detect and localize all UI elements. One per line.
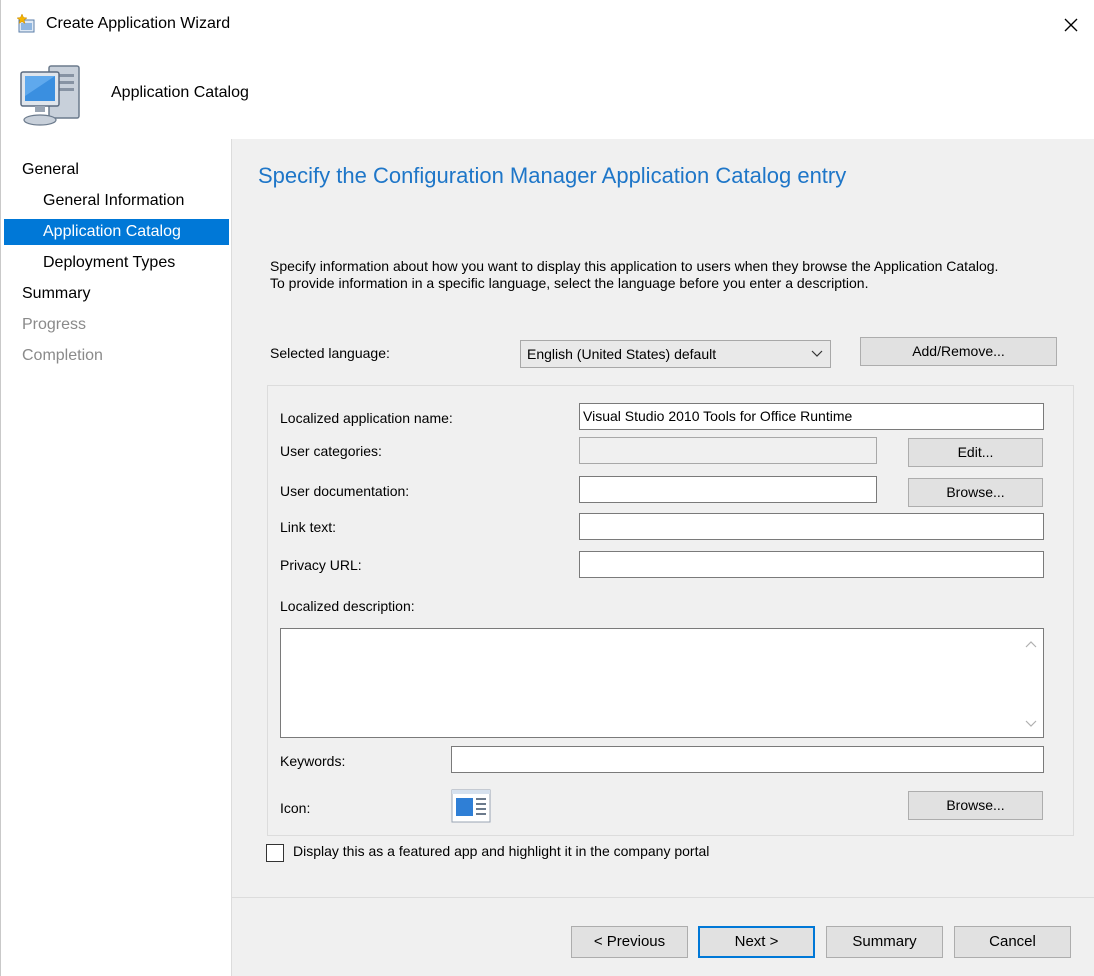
localized-description-label: Localized description: [280, 598, 415, 614]
title-bar: Create Application Wizard [1, 0, 1094, 50]
language-value: English (United States) default [527, 346, 717, 362]
nav-item-completion: Completion [22, 347, 103, 364]
user-documentation-input[interactable] [579, 476, 877, 503]
localized-description-input[interactable] [280, 628, 1044, 738]
catalog-fields-group: Localized application name: Visual Studi… [267, 385, 1074, 836]
privacy-url-label: Privacy URL: [280, 557, 362, 573]
close-button[interactable] [1048, 0, 1094, 50]
privacy-url-input[interactable] [579, 551, 1044, 578]
previous-button[interactable]: < Previous [571, 926, 688, 958]
close-icon [1064, 18, 1078, 32]
wizard-content: Specify the Configuration Manager Applic… [231, 139, 1094, 976]
page-heading: Specify the Configuration Manager Applic… [258, 163, 847, 188]
computer-icon [20, 65, 80, 126]
featured-app-checkbox[interactable] [266, 844, 284, 862]
link-text-label: Link text: [280, 519, 337, 535]
keywords-input[interactable] [451, 746, 1044, 773]
intro-line-1: Specify information about how you want t… [270, 258, 999, 274]
icon-label: Icon: [280, 800, 311, 816]
next-button[interactable]: Next > [698, 926, 815, 958]
wizard-nav: General General Information Application … [1, 139, 231, 976]
intro-text: Specify information about how you want t… [270, 258, 1070, 292]
footer-divider [232, 897, 1094, 898]
browse-documentation-button[interactable]: Browse... [908, 478, 1043, 507]
user-categories-input [579, 437, 877, 464]
nav-item-deployment-types: Deployment Types [43, 254, 176, 271]
edit-categories-button[interactable]: Edit... [908, 438, 1043, 467]
link-text-input[interactable] [579, 513, 1044, 540]
add-remove-language-button[interactable]: Add/Remove... [860, 337, 1057, 366]
language-dropdown[interactable]: English (United States) default [520, 340, 831, 368]
nav-item-summary: Summary [22, 285, 91, 302]
window-title: Create Application Wizard [46, 15, 231, 32]
app-name-input[interactable]: Visual Studio 2010 Tools for Office Runt… [579, 403, 1044, 430]
summary-button[interactable]: Summary [826, 926, 943, 958]
intro-line-2: To provide information in a specific lan… [270, 275, 869, 291]
keywords-label: Keywords: [280, 753, 346, 769]
nav-item-application-catalog: Application Catalog [4, 219, 229, 245]
language-label: Selected language: [270, 345, 390, 361]
browse-icon-button[interactable]: Browse... [908, 791, 1043, 820]
application-icon-preview [451, 789, 491, 823]
nav-item-progress: Progress [22, 316, 87, 333]
chevron-down-icon [811, 350, 823, 357]
wizard-window: Create Application Wizard Application Ca… [0, 0, 1094, 976]
wizard-app-icon [17, 14, 35, 33]
scroll-down-icon[interactable] [1025, 719, 1037, 729]
cancel-button[interactable]: Cancel [954, 926, 1071, 958]
nav-item-general-information: General Information [43, 192, 185, 209]
user-documentation-label: User documentation: [280, 483, 410, 499]
featured-app-label: Display this as a featured app and highl… [293, 843, 710, 859]
scroll-up-icon[interactable] [1025, 639, 1037, 649]
nav-item-general: General [22, 161, 79, 178]
user-categories-label: User categories: [280, 443, 382, 459]
header-title: Application Catalog [111, 84, 249, 101]
wizard-header: Application Catalog [1, 50, 1094, 139]
app-name-label: Localized application name: [280, 410, 453, 426]
